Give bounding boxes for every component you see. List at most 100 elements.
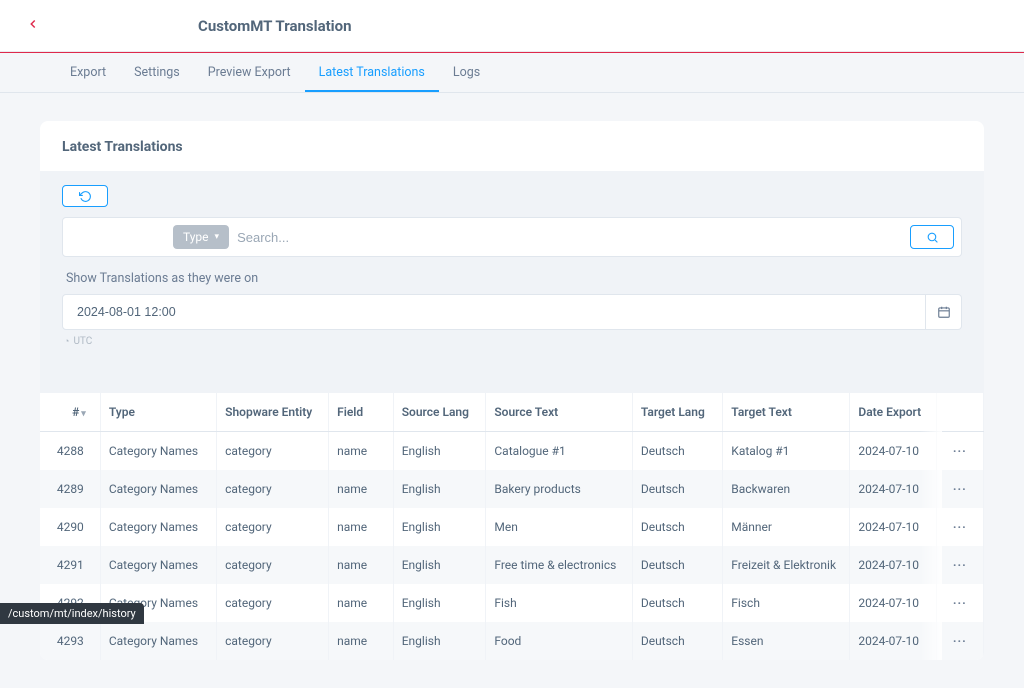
cell-entity: category	[217, 432, 329, 471]
cell-source-lang: English	[393, 508, 486, 546]
search-input[interactable]	[237, 230, 902, 245]
calendar-button[interactable]	[926, 294, 962, 330]
col-target-lang[interactable]: Target Lang	[632, 393, 722, 432]
cell-date: 2024-07-10	[850, 584, 936, 622]
cell-source-lang: English	[393, 584, 486, 622]
cell-target-text: Backwaren	[723, 470, 850, 508]
cell-id: 4288	[40, 432, 100, 471]
cell-entity: category	[217, 584, 329, 622]
row-actions-button[interactable]: ···	[953, 482, 967, 496]
header-bar: CustomMT Translation	[0, 0, 1024, 52]
clock-icon: ◔	[64, 336, 69, 347]
col-entity[interactable]: Shopware Entity	[217, 393, 329, 432]
cell-id: 4290	[40, 508, 100, 546]
translations-table: #▾ Type Shopware Entity Field Source Lan…	[40, 393, 984, 660]
cell-target-text: Freizeit & Elektronik	[723, 546, 850, 584]
cell-id: 4291	[40, 546, 100, 584]
table-row[interactable]: 4291Category NamescategorynameEnglishFre…	[40, 546, 984, 584]
cell-field: name	[329, 508, 394, 546]
cell-source-text: Food	[486, 622, 632, 660]
section-title: Latest Translations	[40, 121, 984, 171]
type-filter-label: Type	[183, 230, 209, 244]
search-button[interactable]	[910, 225, 954, 249]
date-filter-label: Show Translations as they were on	[66, 271, 958, 286]
cell-date: 2024-07-10	[850, 508, 936, 546]
col-id[interactable]: #▾	[40, 393, 100, 432]
cell-target-text: Essen	[723, 622, 850, 660]
col-actions	[936, 393, 983, 432]
tab-bar: Export Settings Preview Export Latest Tr…	[0, 53, 1024, 93]
row-actions-button[interactable]: ···	[953, 634, 967, 648]
cell-date: 2024-07-10	[850, 432, 936, 471]
col-field[interactable]: Field	[329, 393, 394, 432]
latest-translations-card: Latest Translations Type ▾ Show Translat…	[40, 121, 984, 660]
cell-source-lang: English	[393, 622, 486, 660]
cell-type: Category Names	[100, 432, 216, 471]
type-filter-dropdown[interactable]: Type ▾	[173, 225, 229, 249]
cell-type: Category Names	[100, 546, 216, 584]
tab-logs[interactable]: Logs	[439, 53, 494, 92]
row-actions-button[interactable]: ···	[953, 444, 967, 458]
back-arrow-icon[interactable]	[18, 11, 48, 40]
cell-type: Category Names	[100, 470, 216, 508]
tab-preview-export[interactable]: Preview Export	[194, 53, 305, 92]
cell-entity: category	[217, 508, 329, 546]
cell-target-lang: Deutsch	[632, 470, 722, 508]
cell-source-text: Catalogue #1	[486, 432, 632, 471]
cell-field: name	[329, 432, 394, 471]
cell-source-lang: English	[393, 546, 486, 584]
cell-target-text: Katalog #1	[723, 432, 850, 471]
col-date-export[interactable]: Date Export	[850, 393, 936, 432]
cell-source-lang: English	[393, 432, 486, 471]
tab-export[interactable]: Export	[56, 53, 120, 92]
cell-field: name	[329, 470, 394, 508]
cell-field: name	[329, 622, 394, 660]
timezone-hint: ◔ UTC	[64, 336, 962, 347]
table-row[interactable]: 4293Category NamescategorynameEnglishFoo…	[40, 622, 984, 660]
cell-target-lang: Deutsch	[632, 584, 722, 622]
table-row[interactable]: 4288Category NamescategorynameEnglishCat…	[40, 432, 984, 471]
refresh-button[interactable]	[62, 185, 108, 207]
tab-settings[interactable]: Settings	[120, 53, 194, 92]
search-bar: Type ▾	[62, 217, 962, 257]
cell-entity: category	[217, 546, 329, 584]
cell-source-text: Free time & electronics	[486, 546, 632, 584]
table-row[interactable]: 4290Category NamescategorynameEnglishMen…	[40, 508, 984, 546]
cell-field: name	[329, 546, 394, 584]
col-target-text[interactable]: Target Text	[723, 393, 850, 432]
cell-source-text: Bakery products	[486, 470, 632, 508]
col-type[interactable]: Type	[100, 393, 216, 432]
cell-entity: category	[217, 622, 329, 660]
table-row[interactable]: 4292Category NamescategorynameEnglishFis…	[40, 584, 984, 622]
cell-date: 2024-07-10	[850, 622, 936, 660]
chevron-down-icon: ▾	[81, 409, 86, 419]
cell-id: 4293	[40, 622, 100, 660]
date-input[interactable]	[62, 294, 926, 330]
cell-type: Category Names	[100, 508, 216, 546]
cell-entity: category	[217, 470, 329, 508]
cell-date: 2024-07-10	[850, 470, 936, 508]
page-title: CustomMT Translation	[198, 17, 352, 35]
cell-target-text: Fisch	[723, 584, 850, 622]
cell-target-lang: Deutsch	[632, 546, 722, 584]
cell-source-text: Fish	[486, 584, 632, 622]
cell-field: name	[329, 584, 394, 622]
col-source-text[interactable]: Source Text	[486, 393, 632, 432]
status-url-tooltip: /custom/mt/index/history	[0, 603, 144, 624]
row-actions-button[interactable]: ···	[953, 558, 967, 572]
cell-source-text: Men	[486, 508, 632, 546]
cell-target-text: Männer	[723, 508, 850, 546]
cell-id: 4289	[40, 470, 100, 508]
cell-target-lang: Deutsch	[632, 508, 722, 546]
col-source-lang[interactable]: Source Lang	[393, 393, 486, 432]
chevron-down-icon: ▾	[215, 232, 220, 242]
toolbar: Type ▾ Show Translations as they were on…	[40, 171, 984, 365]
tab-latest-translations[interactable]: Latest Translations	[305, 53, 439, 92]
cell-type: Category Names	[100, 622, 216, 660]
cell-target-lang: Deutsch	[632, 622, 722, 660]
cell-target-lang: Deutsch	[632, 432, 722, 471]
cell-date: 2024-07-10	[850, 546, 936, 584]
row-actions-button[interactable]: ···	[953, 520, 967, 534]
table-row[interactable]: 4289Category NamescategorynameEnglishBak…	[40, 470, 984, 508]
row-actions-button[interactable]: ···	[953, 596, 967, 610]
